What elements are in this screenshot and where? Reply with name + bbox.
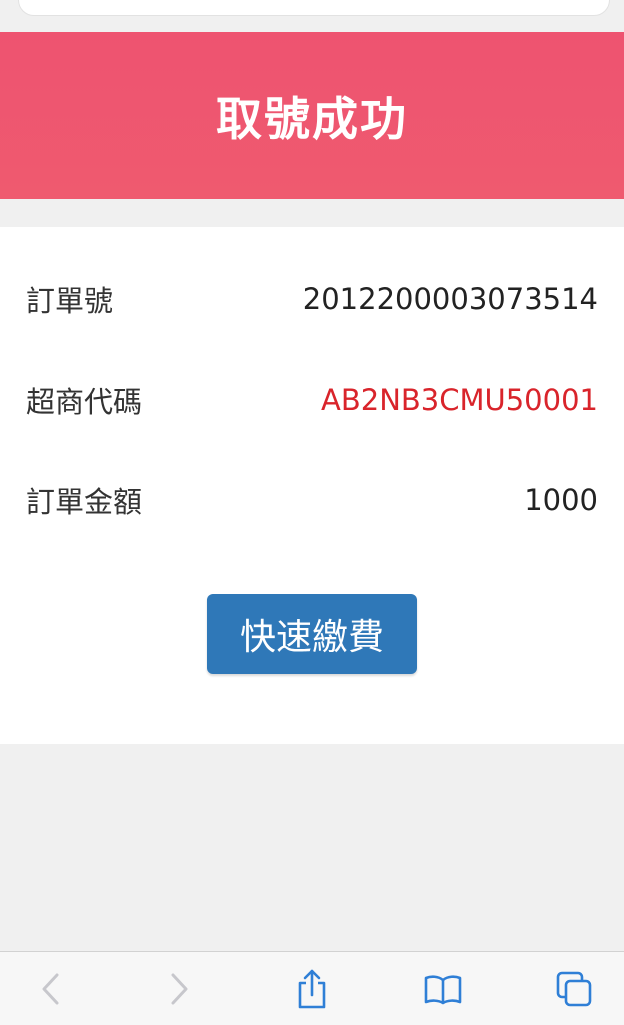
store-code-label: 超商代碼 bbox=[26, 385, 143, 419]
order-details-card: 訂單號 2012200003073514 超商代碼 AB2NB3CMU50001… bbox=[0, 227, 624, 744]
tabs-icon bbox=[556, 971, 592, 1007]
back-icon bbox=[42, 973, 59, 1005]
order-number-row: 訂單號 2012200003073514 bbox=[26, 275, 598, 323]
store-code-value: AB2NB3CMU50001 bbox=[321, 383, 598, 417]
browser-toolbar bbox=[0, 951, 624, 1025]
browser-address-bar[interactable] bbox=[18, 0, 610, 16]
forward-icon bbox=[171, 973, 188, 1005]
bookmarks-button[interactable] bbox=[418, 964, 468, 1014]
order-number-label: 訂單號 bbox=[26, 284, 114, 318]
quick-pay-button[interactable]: 快速繳費 bbox=[207, 594, 417, 674]
bookmarks-icon bbox=[424, 975, 462, 1005]
page-title: 取號成功 bbox=[216, 91, 408, 146]
success-header: 取號成功 bbox=[0, 32, 624, 199]
store-code-row: 超商代碼 AB2NB3CMU50001 bbox=[26, 376, 598, 424]
order-number-value: 2012200003073514 bbox=[302, 282, 598, 316]
back-button[interactable] bbox=[26, 964, 76, 1014]
share-button[interactable] bbox=[287, 964, 337, 1014]
order-amount-row: 訂單金額 1000 bbox=[26, 476, 598, 524]
share-icon bbox=[298, 969, 326, 1009]
tabs-button[interactable] bbox=[549, 964, 599, 1014]
order-amount-label: 訂單金額 bbox=[26, 485, 143, 519]
order-amount-value: 1000 bbox=[524, 483, 598, 517]
forward-button[interactable] bbox=[154, 964, 204, 1014]
